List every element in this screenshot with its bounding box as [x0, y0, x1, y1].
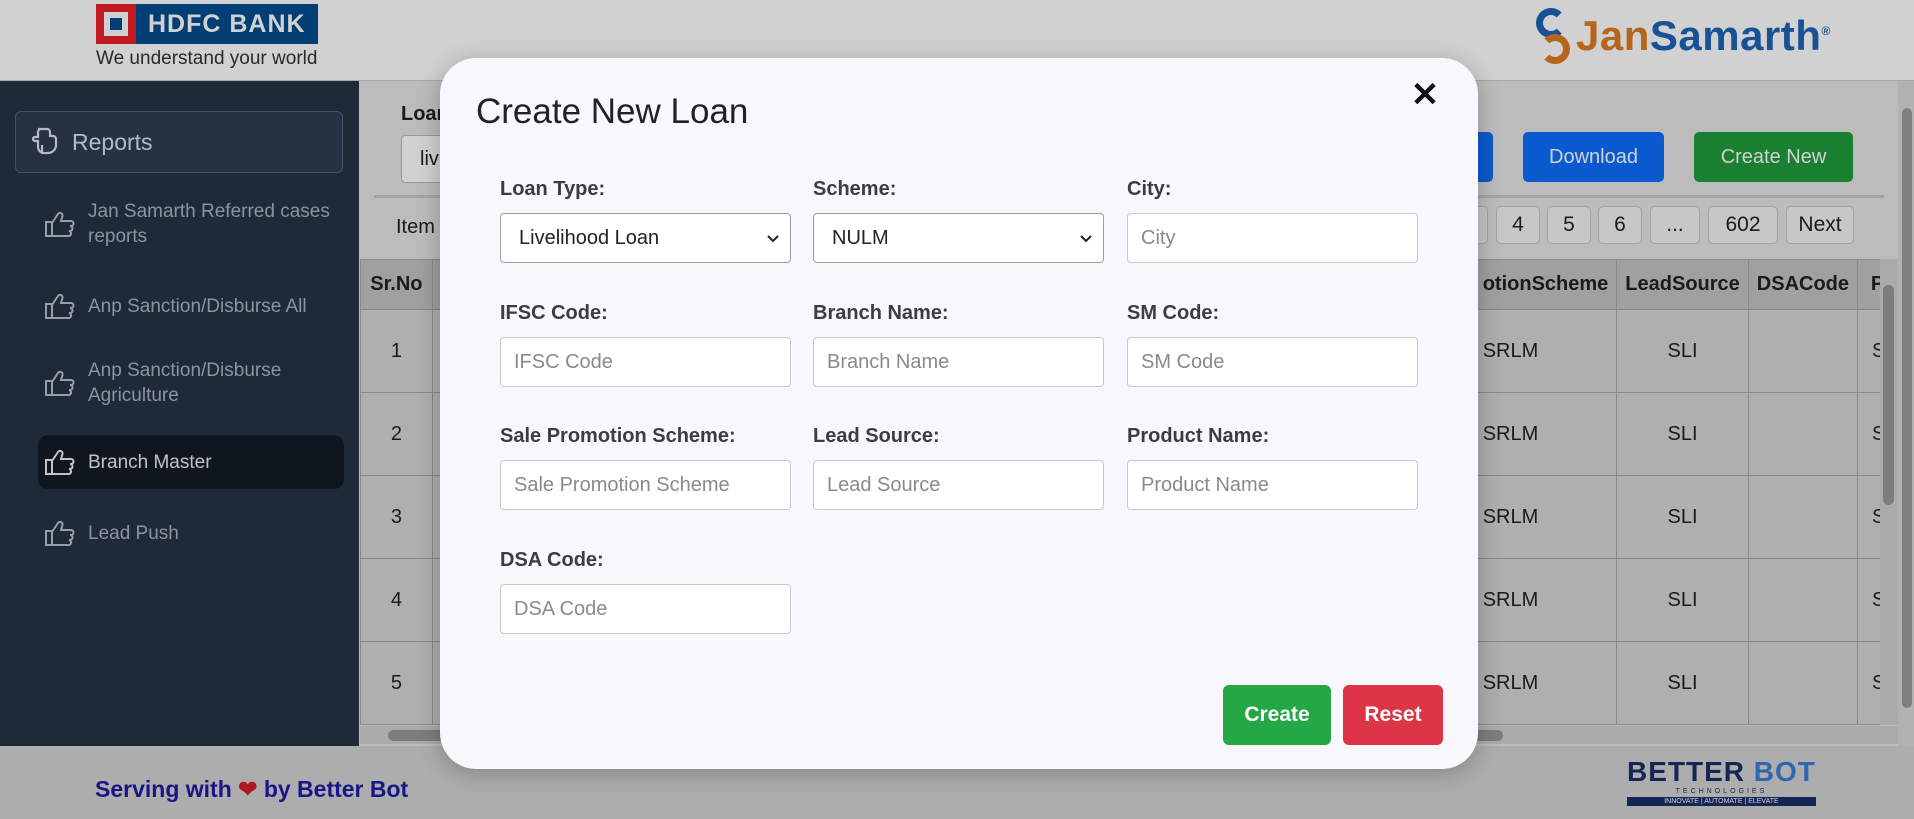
product-name-input[interactable]	[1127, 460, 1418, 510]
ifsc-input[interactable]	[500, 337, 791, 387]
lead-source-input[interactable]	[813, 460, 1104, 510]
create-loan-modal: Create New Loan ✕ Loan Type: Livelihood …	[440, 58, 1478, 769]
loan-type-label: Loan Type:	[500, 178, 606, 200]
loan-type-field: Loan Type: Livelihood Loan	[500, 178, 791, 263]
dsa-code-label: DSA Code:	[500, 549, 604, 571]
dsa-code-field: DSA Code:	[500, 549, 791, 634]
sale-promotion-input[interactable]	[500, 460, 791, 510]
lead-source-label: Lead Source:	[813, 425, 940, 447]
modal-title: Create New Loan	[476, 92, 749, 131]
chevron-down-icon	[767, 235, 779, 243]
chevron-down-icon	[1080, 235, 1092, 243]
product-name-field: Product Name:	[1127, 425, 1418, 510]
branch-name-field: Branch Name:	[813, 302, 1104, 387]
product-name-label: Product Name:	[1127, 425, 1270, 447]
create-button[interactable]: Create	[1223, 685, 1331, 745]
city-label: City:	[1127, 178, 1172, 200]
scheme-value: NULM	[832, 226, 889, 249]
scheme-label: Scheme:	[813, 178, 897, 200]
scheme-field: Scheme: NULM	[813, 178, 1104, 263]
ifsc-field: IFSC Code:	[500, 302, 791, 387]
dsa-code-input[interactable]	[500, 584, 791, 634]
scheme-select[interactable]: NULM	[813, 213, 1104, 263]
loan-type-value: Livelihood Loan	[519, 226, 660, 249]
city-input[interactable]	[1127, 213, 1418, 263]
sm-code-field: SM Code:	[1127, 302, 1418, 387]
sale-promotion-label: Sale Promotion Scheme:	[500, 425, 736, 447]
loan-type-select[interactable]: Livelihood Loan	[500, 213, 791, 263]
lead-source-field: Lead Source:	[813, 425, 1104, 510]
city-field: City:	[1127, 178, 1418, 263]
ifsc-label: IFSC Code:	[500, 302, 608, 324]
sm-code-label: SM Code:	[1127, 302, 1220, 324]
reset-button[interactable]: Reset	[1343, 685, 1443, 745]
branch-name-input[interactable]	[813, 337, 1104, 387]
sm-code-input[interactable]	[1127, 337, 1418, 387]
sale-promotion-field: Sale Promotion Scheme:	[500, 425, 791, 510]
close-icon[interactable]: ✕	[1408, 78, 1442, 112]
branch-name-label: Branch Name:	[813, 302, 949, 324]
